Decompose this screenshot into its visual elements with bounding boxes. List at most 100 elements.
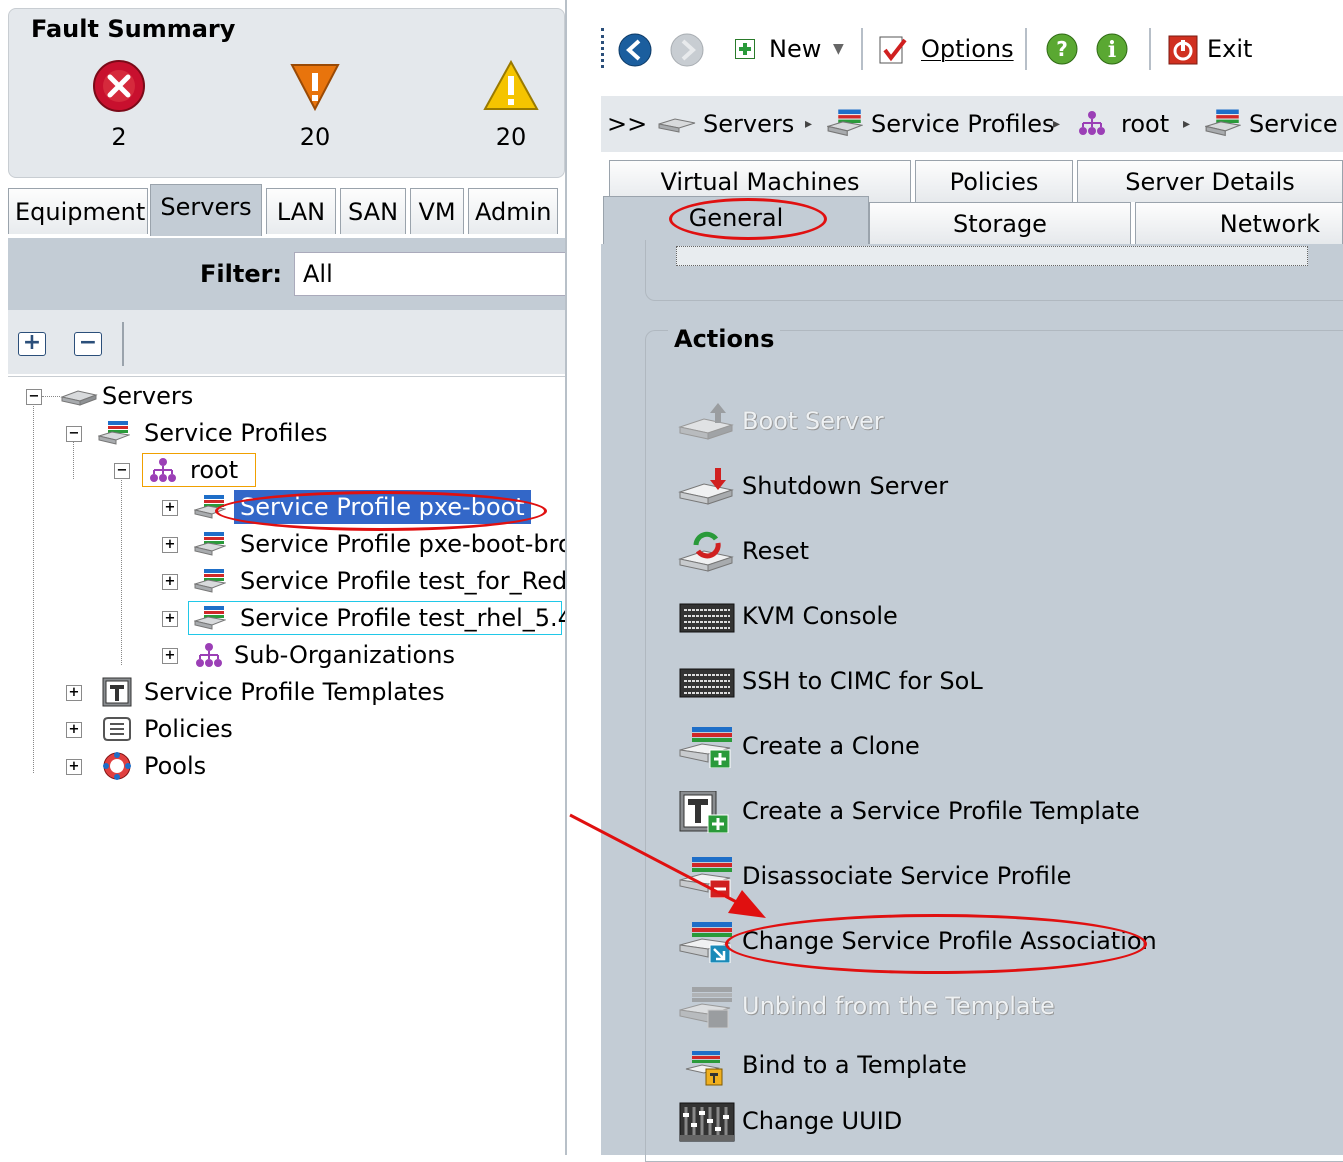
tab-server-details[interactable]: Server Details xyxy=(1077,160,1343,202)
tree-node-sp-pxe-boot[interactable]: + Service Profile pxe-boot xyxy=(18,490,558,524)
filter-select[interactable]: All xyxy=(294,252,566,296)
tree-node-sub-organizations[interactable]: + Sub-Organizations xyxy=(18,638,558,672)
horizontal-scrollbar[interactable] xyxy=(676,246,1308,266)
help-icon[interactable]: ? xyxy=(1045,32,1079,66)
organization-icon xyxy=(1079,111,1105,135)
breadcrumb: >> Servers ▸ Service Profiles ▸ root ▸ S… xyxy=(601,96,1343,152)
critical-faults[interactable]: 2 xyxy=(79,59,159,151)
tree-label-policies: Policies xyxy=(144,715,233,743)
toolbar-grip xyxy=(601,28,608,68)
tree-node-servers[interactable]: − Servers xyxy=(18,379,558,413)
tree-node-service-profiles[interactable]: − Service Profiles xyxy=(18,416,558,450)
major-count: 20 xyxy=(299,123,331,151)
actions-title: Actions xyxy=(668,325,781,353)
tab-equipment[interactable]: Equipment xyxy=(8,188,148,234)
major-faults[interactable]: 20 xyxy=(275,59,355,151)
main-toolbar: New ▼ Options ? i Exit xyxy=(601,18,1343,80)
disassociate-sp-label: Disassociate Service Profile xyxy=(742,862,1072,890)
expand-all-button[interactable]: + xyxy=(18,332,46,356)
breadcrumb-service-profile[interactable]: Service xyxy=(1249,96,1338,152)
toolbar-divider xyxy=(122,322,124,366)
info-icon[interactable]: i xyxy=(1095,32,1129,66)
breadcrumb-service-profiles[interactable]: Service Profiles xyxy=(871,96,1054,152)
expand-toggle[interactable]: + xyxy=(66,759,82,775)
tab-san[interactable]: SAN xyxy=(340,188,406,234)
tree-label-sp-test-for-redh: Service Profile test_for_Redh xyxy=(240,567,583,595)
tree-node-sp-test-for-redh[interactable]: + Service Profile test_for_Redh xyxy=(18,564,582,598)
collapse-toggle[interactable]: − xyxy=(114,463,130,479)
svg-text:i: i xyxy=(1108,37,1116,63)
breadcrumb-root[interactable]: root xyxy=(1121,96,1169,152)
ssh-to-cimc-label: SSH to CIMC for SoL xyxy=(742,667,983,695)
tree-label-sp-templates: Service Profile Templates xyxy=(144,678,445,706)
critical-count: 2 xyxy=(111,123,127,151)
breadcrumb-arrow-icon: ▸ xyxy=(805,116,813,132)
keyboard-icon xyxy=(679,603,735,633)
expand-toggle[interactable]: + xyxy=(162,611,178,627)
tab-policies[interactable]: Policies xyxy=(915,160,1073,202)
exit-label: Exit xyxy=(1207,35,1253,63)
svg-text:?: ? xyxy=(1056,37,1068,61)
organization-icon xyxy=(196,643,222,667)
disassociate-icon xyxy=(679,857,732,898)
tab-vm[interactable]: VM xyxy=(410,188,464,234)
work-pane: New ▼ Options ? i Exit >> Servers ▸ Serv… xyxy=(601,0,1343,1162)
tree-node-policies[interactable]: + Policies xyxy=(18,712,558,746)
collapse-toggle[interactable]: − xyxy=(66,426,82,442)
create-clone-label: Create a Clone xyxy=(742,732,920,760)
tab-storage[interactable]: Storage xyxy=(869,202,1131,244)
tree-node-pools[interactable]: + Pools xyxy=(18,749,558,783)
expand-toggle[interactable]: + xyxy=(162,648,178,664)
critical-error-icon xyxy=(93,60,145,112)
boot-server-label: Boot Server xyxy=(742,407,884,435)
template-icon xyxy=(102,677,132,707)
service-profile-icon xyxy=(194,606,226,630)
filter-bar: Filter: All xyxy=(8,238,566,310)
power-exit-icon xyxy=(1168,35,1198,65)
navigation-pane: Fault Summary 2 20 20 Equipment Servers … xyxy=(0,0,587,1156)
major-warning-icon xyxy=(290,64,340,112)
tree-label-sp-pxe-boot: Service Profile pxe-boot xyxy=(234,490,531,524)
navigation-tabs: Equipment Servers LAN SAN VM Admin xyxy=(8,184,565,238)
expand-toggle[interactable]: + xyxy=(66,722,82,738)
tree-label-servers: Servers xyxy=(102,382,194,410)
pools-icon xyxy=(103,752,131,780)
bind-template-label: Bind to a Template xyxy=(742,1051,967,1079)
shutdown-server-icon xyxy=(678,468,734,505)
tree-node-sp-test-rhel[interactable]: + Service Profile test_rhel_5.4_ xyxy=(18,601,585,635)
tab-servers[interactable]: Servers xyxy=(150,184,262,236)
expand-toggle[interactable]: + xyxy=(66,685,82,701)
service-profile-icon xyxy=(194,495,226,519)
back-arrow-icon[interactable] xyxy=(617,32,653,68)
unbind-icon xyxy=(679,987,732,1028)
tab-general[interactable]: General xyxy=(603,196,869,246)
breadcrumb-overflow-button[interactable]: >> xyxy=(607,96,647,152)
work-pane-tabs: Virtual Machines Policies Server Details… xyxy=(601,160,1343,246)
tree-node-root[interactable]: − root xyxy=(18,453,558,487)
tree-label-sp-test-rhel: Service Profile test_rhel_5.4_ xyxy=(240,604,585,632)
service-profile-icon xyxy=(1205,109,1241,137)
expand-toggle[interactable]: + xyxy=(162,537,178,553)
breadcrumb-servers[interactable]: Servers xyxy=(703,96,794,152)
tree-node-sp-pxe-boot-brok[interactable]: + Service Profile pxe-boot-brok xyxy=(18,527,587,561)
expand-toggle[interactable]: + xyxy=(162,500,178,516)
minor-faults[interactable]: 20 xyxy=(471,59,551,151)
pane-splitter[interactable] xyxy=(565,0,603,1155)
breadcrumb-arrow-icon: ▸ xyxy=(1053,116,1061,132)
filter-label: Filter: xyxy=(200,260,283,288)
clone-icon xyxy=(679,727,732,768)
collapse-toggle[interactable]: − xyxy=(26,389,42,405)
tree-label-sp-pxe-boot-brok: Service Profile pxe-boot-brok xyxy=(240,530,587,558)
tab-lan[interactable]: LAN xyxy=(266,188,336,234)
fault-summary-title: Fault Summary xyxy=(31,15,236,43)
forward-arrow-icon[interactable] xyxy=(669,32,705,68)
tab-network[interactable]: Network xyxy=(1135,202,1343,244)
tab-admin[interactable]: Admin xyxy=(468,188,558,234)
collapse-all-button[interactable]: − xyxy=(74,332,102,356)
change-association-icon xyxy=(679,922,732,963)
navigation-tree: − Servers − Service Profiles − root + Se… xyxy=(8,376,587,1156)
organization-icon xyxy=(150,458,176,482)
expand-toggle[interactable]: + xyxy=(162,574,178,590)
service-profile-icon xyxy=(827,109,863,137)
tree-node-sp-templates[interactable]: + Service Profile Templates xyxy=(18,675,558,709)
